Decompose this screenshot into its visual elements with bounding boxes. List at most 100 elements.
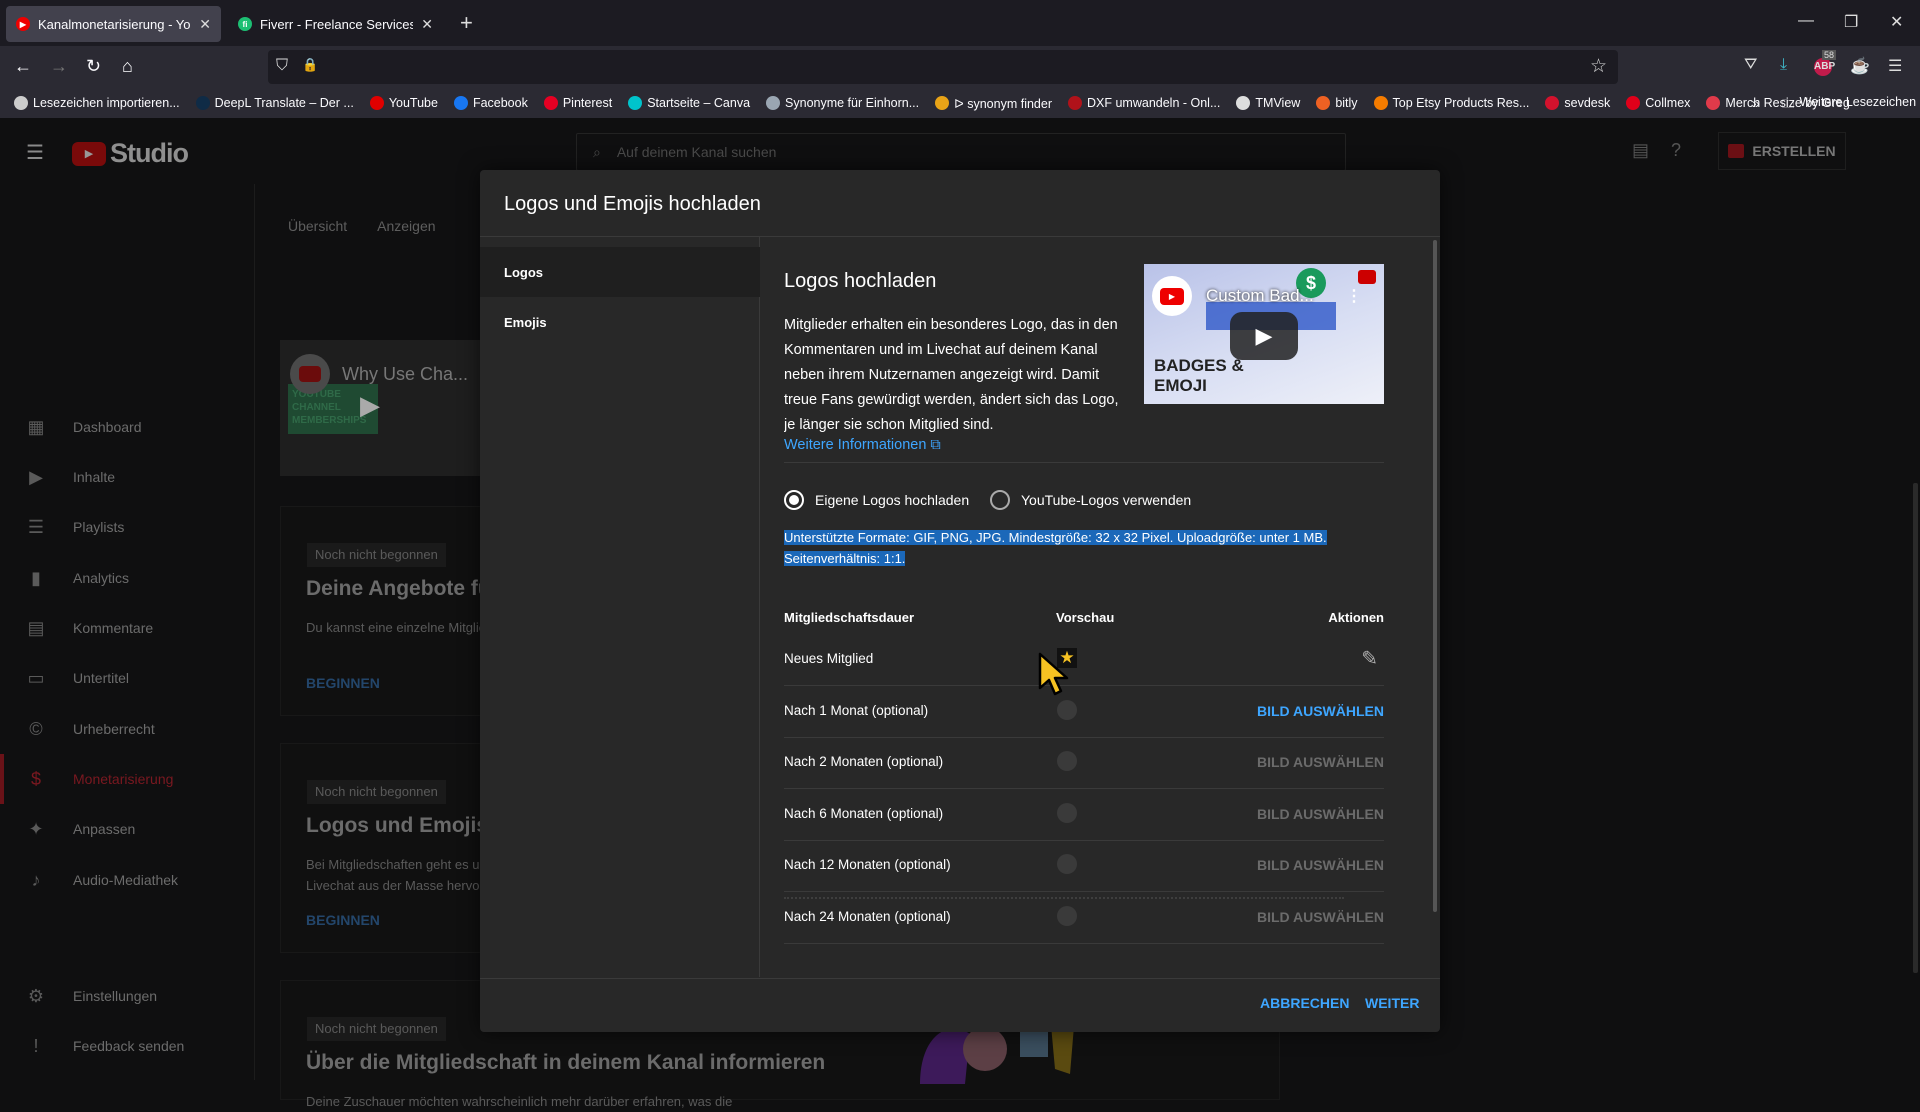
bookmarks-overflow-button[interactable]: » bbox=[1752, 95, 1760, 111]
bookmark-item[interactable]: DeepL Translate – Der ... bbox=[195, 96, 354, 111]
bookmarks-bar: Lesezeichen importieren... DeepL Translat… bbox=[0, 88, 1920, 118]
bookmark-item[interactable]: Startseite – Canva bbox=[628, 96, 750, 111]
home-button[interactable]: ⌂ bbox=[122, 56, 133, 77]
tab-title: Kanalmonetarisierung - YouTube Studio bbox=[38, 16, 191, 32]
column-header-actions: Aktionen bbox=[1328, 610, 1384, 625]
select-image-button[interactable]: BILD AUSWÄHLEN bbox=[1257, 857, 1384, 873]
url-bar[interactable]: ⛉ 🔒 ☆ bbox=[268, 50, 1618, 84]
tab-fiverr[interactable]: fi Fiverr - Freelance Services Marketpla… bbox=[228, 6, 443, 42]
bookmark-item[interactable]: Collmex bbox=[1626, 96, 1690, 111]
bookmark-item[interactable]: Top Etsy Products Res... bbox=[1373, 96, 1529, 111]
empty-preview-placeholder bbox=[1057, 751, 1077, 771]
bookmark-item[interactable]: Pinterest bbox=[543, 96, 613, 111]
bookmark-favicon-icon bbox=[628, 96, 643, 110]
dialog-scrollbar[interactable] bbox=[1433, 240, 1437, 912]
bookmark-item[interactable]: YouTube bbox=[369, 96, 438, 111]
cancel-button[interactable]: ABBRECHEN bbox=[1260, 995, 1349, 1011]
sidebar-item-kommentare[interactable]: ▤ Kommentare bbox=[0, 603, 255, 653]
sidebar-item-settings[interactable]: ⚙ Einstellungen bbox=[0, 971, 255, 1021]
sidebar-item-audio-mediathek[interactable]: ♪ Audio-Mediathek bbox=[0, 855, 255, 905]
empty-preview-placeholder bbox=[1057, 802, 1077, 823]
sidebar-item-dashboard[interactable]: ▦ Dashboard bbox=[0, 402, 255, 452]
bookmark-item[interactable]: Synonyme für Einhorn... bbox=[766, 96, 919, 111]
sidebar-label: Einstellungen bbox=[73, 988, 158, 1004]
feedback-messages-icon[interactable]: ▤ bbox=[1632, 140, 1649, 161]
extension-icon[interactable]: ☕ bbox=[1850, 56, 1870, 76]
truncated-text-line bbox=[784, 897, 1344, 901]
bookmark-item[interactable]: bitly bbox=[1316, 96, 1358, 111]
search-icon: ⌕ bbox=[593, 143, 601, 160]
bookmark-item[interactable]: sevdesk bbox=[1545, 96, 1610, 111]
begin-button[interactable]: BEGINNEN bbox=[306, 675, 380, 691]
page-scrollbar[interactable] bbox=[1913, 483, 1918, 973]
hamburger-menu-icon[interactable]: ☰ bbox=[26, 140, 44, 165]
sidebar-item-untertitel[interactable]: ▭ Untertitel bbox=[0, 653, 255, 703]
other-bookmarks-folder[interactable]: 🗀 Weitere Lesezeichen bbox=[1782, 95, 1916, 116]
bookmark-star-icon[interactable]: ☆ bbox=[1590, 55, 1607, 78]
empty-preview-placeholder bbox=[1057, 905, 1077, 926]
bookmark-favicon-icon bbox=[1316, 96, 1331, 110]
sidebar-label: Analytics bbox=[73, 570, 130, 586]
sidebar-item-anpassen[interactable]: ✦ Anpassen bbox=[0, 804, 255, 854]
next-button[interactable]: WEITER bbox=[1365, 995, 1419, 1011]
bookmark-favicon-icon bbox=[935, 96, 950, 110]
sidebar-item-inhalte[interactable]: ▶ Inhalte bbox=[0, 452, 255, 502]
tab-youtube-studio[interactable]: ▶ Kanalmonetarisierung - YouTube Studio … bbox=[6, 6, 221, 42]
tab-ads[interactable]: Anzeigen bbox=[377, 218, 435, 234]
select-image-button[interactable]: BILD AUSWÄHLEN bbox=[1257, 703, 1384, 719]
bookmark-label: Pinterest bbox=[562, 96, 613, 110]
browser-nav-bar: ← → ↻ ⌂ ⛉ 🔒 ☆ ⛛ ⤓ ABP 58 ☕ ☰ bbox=[0, 46, 1920, 88]
bookmark-favicon-icon bbox=[195, 96, 210, 110]
sidebar-label: Feedback senden bbox=[73, 1038, 185, 1054]
pocket-icon[interactable]: ⛛ bbox=[1744, 56, 1757, 74]
create-button[interactable]: ERSTELLEN bbox=[1718, 132, 1846, 170]
select-image-button[interactable]: BILD AUSWÄHLEN bbox=[1257, 909, 1384, 925]
sidebar-label: Urheberrecht bbox=[73, 721, 155, 737]
bookmark-item[interactable]: TMView bbox=[1236, 96, 1300, 111]
bookmark-label: ᐅ synonym finder bbox=[954, 96, 1052, 111]
studio-logo[interactable]: ▶ Studio bbox=[72, 138, 189, 169]
tutorial-video-thumbnail[interactable]: YOUTUBE CHANNEL MEMBERSHIPS Why Use Cha.… bbox=[280, 340, 480, 476]
card-text: Deine Zuschauer möchten wahrscheinlich m… bbox=[306, 1094, 733, 1109]
tab-title: Fiverr - Freelance Services Marketplace bbox=[260, 16, 414, 32]
menu-icon[interactable]: ☰ bbox=[1888, 56, 1902, 76]
download-icon[interactable]: ⤓ bbox=[1780, 56, 1787, 74]
restore-button[interactable]: ❐ bbox=[1844, 12, 1858, 32]
close-window-button[interactable]: ✕ bbox=[1890, 12, 1903, 32]
lock-icon[interactable]: 🔒 bbox=[302, 57, 318, 73]
begin-button[interactable]: BEGINNEN bbox=[306, 912, 380, 928]
sidebar-item-playlists[interactable]: ☰ Playlists bbox=[0, 502, 255, 552]
edit-pencil-icon[interactable]: ✎ bbox=[1361, 646, 1378, 671]
minimize-button[interactable]: — bbox=[1798, 12, 1814, 30]
reload-button[interactable]: ↻ bbox=[86, 56, 101, 77]
shield-icon[interactable]: ⛉ bbox=[276, 57, 288, 75]
sidebar-item-analytics[interactable]: ▮ Analytics bbox=[0, 553, 255, 603]
sidebar-icon: ▭ bbox=[27, 667, 45, 688]
bookmark-item[interactable]: Lesezeichen importieren... bbox=[14, 96, 180, 111]
sidebar-item-feedback[interactable]: ! Feedback senden bbox=[0, 1021, 255, 1071]
forward-button[interactable]: → bbox=[50, 56, 68, 77]
sidebar-icon: ✦ bbox=[28, 818, 44, 839]
bookmark-item[interactable]: Facebook bbox=[453, 96, 528, 111]
close-tab-icon[interactable]: ✕ bbox=[199, 16, 211, 33]
nav-logos[interactable]: Logos bbox=[480, 247, 760, 297]
nav-emojis[interactable]: Emojis bbox=[480, 297, 760, 347]
close-tab-icon[interactable]: ✕ bbox=[421, 16, 433, 33]
bookmark-item[interactable]: ᐅ synonym finder bbox=[935, 96, 1052, 111]
bookmark-label: Collmex bbox=[1645, 96, 1691, 110]
back-button[interactable]: ← bbox=[14, 56, 32, 77]
sidebar-item-urheberrecht[interactable]: © Urheberrecht bbox=[0, 704, 255, 754]
bookmark-item[interactable]: DXF umwandeln - Onl... bbox=[1068, 96, 1220, 111]
select-image-button[interactable]: BILD AUSWÄHLEN bbox=[1257, 754, 1384, 770]
adblock-icon[interactable]: ABP bbox=[1814, 58, 1835, 76]
channel-search-input[interactable]: ⌕ Auf deinem Kanal suchen bbox=[576, 133, 1346, 171]
duration-label: Nach 2 Monaten (optional) bbox=[784, 754, 944, 769]
select-image-button[interactable]: BILD AUSWÄHLEN bbox=[1257, 806, 1384, 822]
sidebar-label: Anpassen bbox=[73, 821, 136, 837]
sidebar-item-monetarisierung[interactable]: $ Monetarisierung bbox=[0, 754, 255, 804]
help-icon[interactable]: ? bbox=[1671, 140, 1681, 161]
tab-overview[interactable]: Übersicht bbox=[288, 218, 347, 234]
new-tab-button[interactable]: + bbox=[460, 10, 473, 36]
studio-sidebar: ▦ Dashboard ▶ Inhalte ☰ Playlists ▮ Analytics ▤ K… bbox=[0, 184, 255, 1080]
divider bbox=[480, 978, 1440, 979]
